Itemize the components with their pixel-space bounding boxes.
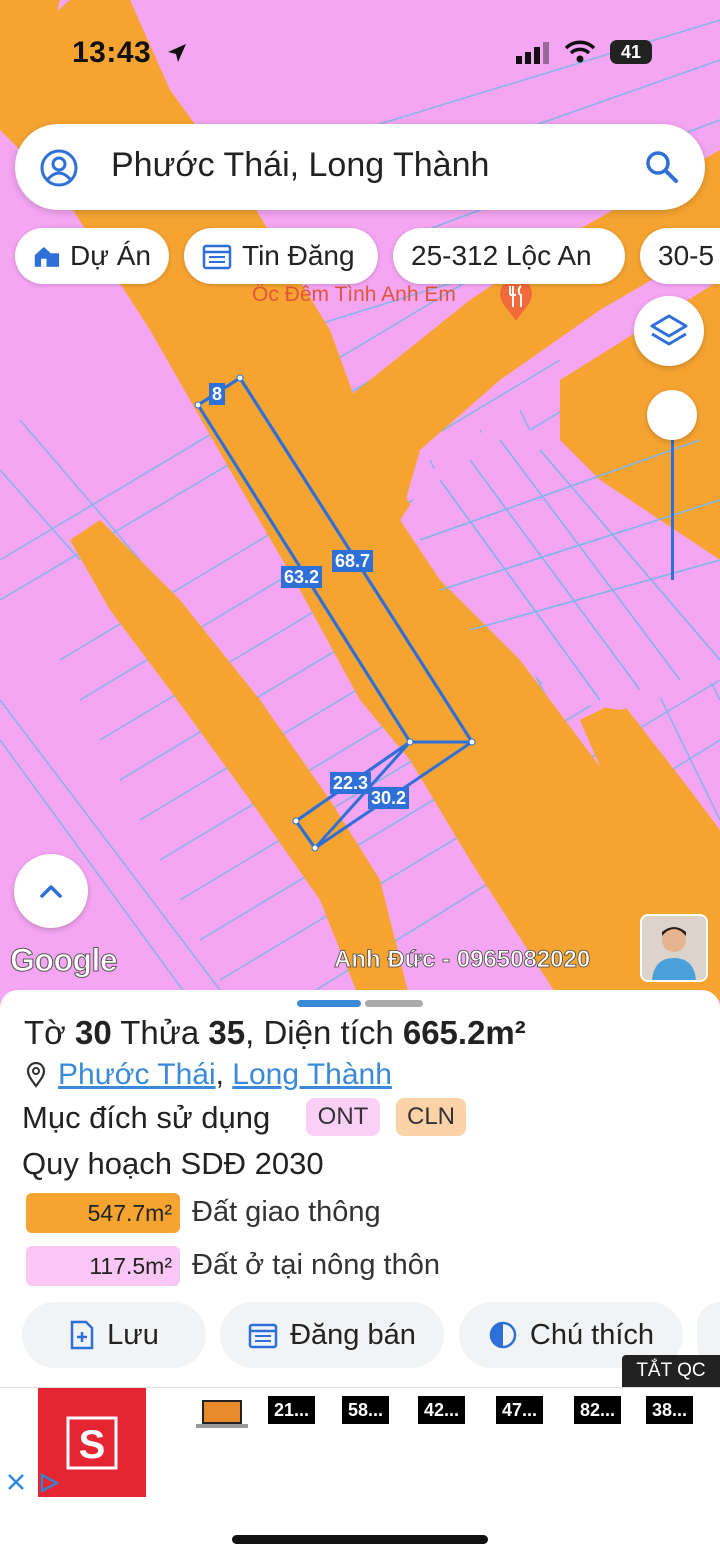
chip-du-an[interactable]: Dự Án bbox=[15, 228, 169, 284]
status-bar: 13:43 41 bbox=[0, 0, 720, 100]
plan-area-label: Đất giao thông bbox=[192, 1196, 381, 1228]
hide-ads-button[interactable]: TẮT QC bbox=[622, 1355, 720, 1387]
product-price[interactable]: 58... bbox=[342, 1396, 390, 1424]
edge-length-label: 8 bbox=[209, 383, 226, 405]
save-label: Lưu bbox=[107, 1318, 159, 1351]
google-logo: Google bbox=[9, 942, 118, 979]
svg-text:S: S bbox=[79, 1423, 106, 1467]
parcel-area: 665.2m² bbox=[402, 1014, 526, 1051]
location-arrow-icon bbox=[168, 44, 186, 62]
usage-tag-ont[interactable]: ONT bbox=[306, 1098, 380, 1136]
chevron-up-icon bbox=[40, 885, 62, 898]
legend-label: Chú thích bbox=[529, 1318, 655, 1351]
usage-tag-cln[interactable]: CLN bbox=[396, 1098, 466, 1136]
plan-area-label: Đất ở tại nông thôn bbox=[192, 1249, 440, 1281]
chip-label: Dự Án bbox=[70, 240, 151, 271]
agent-avatar[interactable] bbox=[640, 914, 708, 982]
edge-length-label: 30.2 bbox=[368, 787, 410, 809]
poi-label[interactable]: Ốc Đêm Tình Anh Em bbox=[252, 283, 456, 307]
title-plot-label: Thửa bbox=[111, 1014, 209, 1051]
wifi-icon bbox=[564, 40, 596, 63]
chip-plot-loc-an[interactable]: 25-312 Lộc An bbox=[393, 228, 625, 284]
zoom-slider-track[interactable] bbox=[671, 420, 674, 580]
edge-length-label: 63.2 bbox=[281, 566, 323, 588]
calendar-list-icon bbox=[248, 1323, 278, 1349]
post-sale-button[interactable]: Đăng bán bbox=[220, 1302, 444, 1368]
close-ad-icon[interactable] bbox=[6, 1472, 26, 1492]
battery-level: 41 bbox=[620, 42, 642, 62]
plan-area-bar: 117.5m² bbox=[26, 1246, 180, 1286]
layers-button[interactable] bbox=[634, 296, 704, 366]
ad-choices-icon[interactable] bbox=[38, 1472, 60, 1494]
chip-tin-dang[interactable]: Tin Đăng bbox=[184, 228, 378, 284]
edge-length-label: 22.3 bbox=[330, 772, 372, 794]
agent-contact-label[interactable]: Anh Đức - 0965082020 bbox=[334, 946, 591, 974]
contrast-icon bbox=[489, 1321, 517, 1349]
add-document-icon bbox=[70, 1320, 94, 1350]
product-price[interactable]: 38... bbox=[646, 1396, 694, 1424]
district-link[interactable]: Long Thành bbox=[232, 1058, 392, 1092]
title-prefix: Tờ bbox=[24, 1014, 75, 1051]
parcel-location: Phước Thái, Long Thành bbox=[24, 1058, 392, 1092]
search-input[interactable]: Phước Thái, Long Thành bbox=[111, 146, 489, 185]
sheet-page-indicator[interactable] bbox=[365, 1000, 423, 1007]
zoning-plan-label: Quy hoạch SDĐ 2030 bbox=[22, 1146, 324, 1181]
product-price[interactable]: 82... bbox=[574, 1396, 622, 1424]
plot-number: 35 bbox=[208, 1014, 246, 1051]
expand-button[interactable] bbox=[14, 854, 88, 928]
search-icon[interactable] bbox=[643, 148, 681, 186]
ad-banner[interactable]: S 21... 58... 42... 47... 82... 38... bbox=[0, 1387, 720, 1498]
home-indicator-area bbox=[0, 1497, 720, 1560]
signal-icon bbox=[516, 42, 549, 64]
chip-label: 30-5 bbox=[658, 240, 715, 271]
edge-length-label: 68.7 bbox=[332, 550, 374, 572]
post-sale-label: Đăng bán bbox=[290, 1318, 416, 1351]
search-bar[interactable]: Phước Thái, Long Thành bbox=[15, 124, 705, 210]
save-button[interactable]: Lưu bbox=[22, 1302, 206, 1368]
parcel-title: Tờ 30 Thửa 35, Diện tích 665.2m² bbox=[24, 1014, 526, 1052]
layers-icon bbox=[650, 314, 688, 346]
chip-plot-30[interactable]: 30-5 bbox=[640, 228, 720, 284]
account-icon[interactable] bbox=[39, 148, 79, 188]
ward-link[interactable]: Phước Thái bbox=[58, 1058, 216, 1092]
plan-area-bar: 547.7m² bbox=[26, 1193, 180, 1233]
title-area-label: , Diện tích bbox=[245, 1014, 403, 1051]
usage-purpose-label: Mục đích sử dụng bbox=[22, 1100, 271, 1135]
home-building-icon bbox=[34, 247, 60, 267]
sheet-number: 30 bbox=[74, 1014, 112, 1051]
laptop-image bbox=[196, 1400, 248, 1428]
location-pin-icon bbox=[26, 1062, 46, 1088]
sheet-page-indicator-active[interactable] bbox=[297, 1000, 361, 1007]
chip-label: 25-312 Lộc An bbox=[411, 240, 592, 271]
home-indicator[interactable] bbox=[232, 1535, 488, 1544]
comma: , bbox=[215, 1058, 233, 1091]
product-price[interactable]: 42... bbox=[418, 1396, 466, 1424]
poi-name: Ốc Đêm Tình Anh Em bbox=[252, 283, 456, 306]
calendar-list-icon bbox=[202, 244, 232, 270]
battery-icon: 41 bbox=[610, 40, 652, 64]
chip-label: Tin Đăng bbox=[242, 240, 355, 271]
status-time: 13:43 bbox=[72, 36, 152, 69]
product-price[interactable]: 21... bbox=[268, 1396, 316, 1424]
product-price[interactable]: 47... bbox=[496, 1396, 544, 1424]
zoom-slider-handle[interactable] bbox=[647, 390, 697, 440]
